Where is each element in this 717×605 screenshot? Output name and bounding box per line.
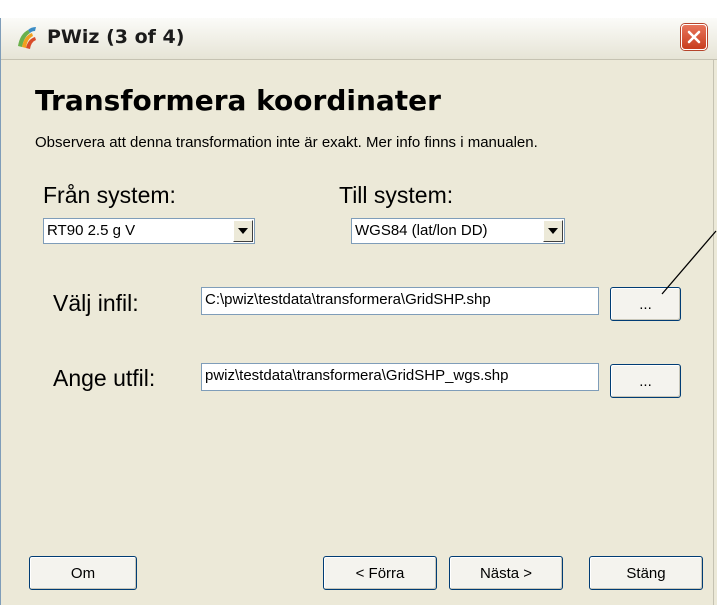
page-heading: Transformera koordinater	[35, 84, 441, 117]
infile-browse-button[interactable]: ...	[610, 287, 681, 321]
chevron-down-icon	[238, 228, 248, 234]
outfile-label: Ange utfil:	[53, 365, 156, 391]
close-wizard-button-label: Stäng	[626, 565, 666, 582]
title-bar[interactable]: PWiz (3 of 4)	[1, 18, 717, 60]
infile-field[interactable]	[202, 288, 598, 311]
to-system-dropdown-button[interactable]	[543, 220, 563, 242]
wizard-window: PWiz (3 of 4) Transformera koordinater O…	[0, 18, 717, 605]
window-title: PWiz (3 of 4)	[47, 26, 185, 48]
outfile-field[interactable]	[202, 364, 598, 387]
from-system-select[interactable]: RT90 2.5 g V	[43, 218, 255, 244]
from-system-value: RT90 2.5 g V	[47, 222, 136, 239]
about-button-label: Om	[70, 565, 96, 582]
outfile-browse-label: ...	[639, 373, 652, 390]
from-system-dropdown-button[interactable]	[233, 220, 253, 242]
to-system-select[interactable]: WGS84 (lat/lon DD)	[351, 218, 565, 244]
close-window-button[interactable]	[681, 24, 707, 50]
pwiz-logo-icon	[14, 24, 40, 50]
next-button-label: Nästa >	[479, 565, 533, 582]
from-system-label: Från system:	[43, 182, 176, 208]
infile-label: Välj infil:	[53, 290, 139, 316]
outfile-browse-button[interactable]: ...	[610, 364, 681, 398]
to-system-value: WGS84 (lat/lon DD)	[355, 222, 488, 239]
about-button[interactable]: Om	[29, 556, 137, 590]
window-right-edge	[713, 60, 717, 605]
close-icon	[687, 30, 701, 44]
infile-browse-label: ...	[639, 296, 652, 313]
to-system-label: Till system:	[339, 182, 454, 208]
back-button[interactable]: < Förra	[323, 556, 437, 590]
next-button[interactable]: Nästa >	[449, 556, 563, 590]
infile-input[interactable]	[201, 287, 599, 315]
chevron-down-icon	[548, 228, 558, 234]
close-wizard-button[interactable]: Stäng	[589, 556, 703, 590]
notice-text: Observera att denna transformation inte …	[35, 134, 538, 151]
outfile-input[interactable]	[201, 363, 599, 391]
back-button-label: < Förra	[355, 565, 405, 582]
